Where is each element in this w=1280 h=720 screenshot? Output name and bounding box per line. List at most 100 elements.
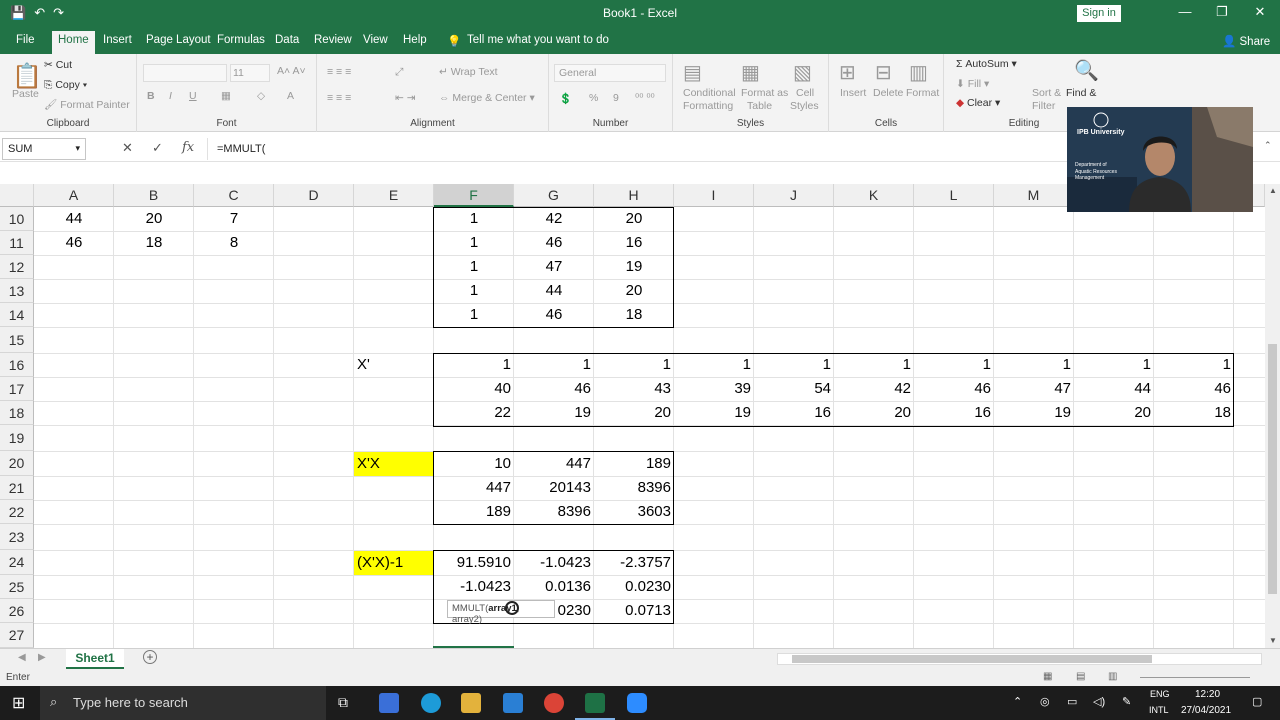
tab-view[interactable]: View xyxy=(363,34,388,46)
clear-button[interactable]: ◆ Clear ▾ xyxy=(956,97,1000,109)
cell-n18[interactable]: 20 xyxy=(1074,401,1154,425)
vertical-scrollbar[interactable]: ▲ ▼ xyxy=(1265,184,1280,648)
paste-icon[interactable]: 📋 xyxy=(12,62,42,91)
row-header-23[interactable]: 23 xyxy=(0,524,34,550)
select-all-corner[interactable] xyxy=(0,184,34,207)
chrome-icon[interactable] xyxy=(544,693,564,713)
cell-h17[interactable]: 43 xyxy=(594,377,674,401)
col-header-j[interactable]: J xyxy=(754,184,834,207)
col-header-b[interactable]: B xyxy=(114,184,194,207)
col-header-i[interactable]: I xyxy=(674,184,754,207)
tab-insert[interactable]: Insert xyxy=(103,34,132,46)
align-top-icon[interactable]: ≡ ≡ ≡ xyxy=(327,66,351,78)
delete-cells-button[interactable]: Delete xyxy=(873,87,903,99)
format-cells-button[interactable]: Format xyxy=(906,87,939,99)
format-cells-icon[interactable]: ▥ xyxy=(909,60,928,85)
mail-icon[interactable] xyxy=(503,693,523,713)
col-header-k[interactable]: K xyxy=(834,184,914,207)
cell-f24[interactable]: 91.5910 xyxy=(434,551,514,575)
cut-button[interactable]: Cut xyxy=(56,59,72,71)
cell-m16[interactable]: 1 xyxy=(994,353,1074,377)
col-header-l[interactable]: L xyxy=(914,184,994,207)
cell-g11[interactable]: 46 xyxy=(514,231,594,255)
align-left-icon[interactable]: ≡ ≡ ≡ xyxy=(327,92,351,104)
cell-j17[interactable]: 54 xyxy=(754,377,834,401)
cell-e20[interactable]: X'X xyxy=(354,452,434,476)
scroll-thumb[interactable] xyxy=(1268,344,1277,594)
cell-j18[interactable]: 16 xyxy=(754,401,834,425)
delete-cells-icon[interactable]: ⊟ xyxy=(875,60,892,85)
cell-a10[interactable]: 44 xyxy=(34,207,114,231)
cell-h21[interactable]: 8396 xyxy=(594,476,674,500)
comma-button[interactable]: 9 xyxy=(613,92,619,104)
cell-i16[interactable]: 1 xyxy=(674,353,754,377)
tab-help[interactable]: Help xyxy=(403,34,427,46)
cell-g22[interactable]: 8396 xyxy=(514,500,594,524)
cell-g21[interactable]: 20143 xyxy=(514,476,594,500)
currency-icon[interactable]: 💲 xyxy=(559,92,572,105)
language-intl[interactable]: INTL xyxy=(1149,705,1169,715)
cell-g25[interactable]: 0.0136 xyxy=(514,575,594,599)
cell-o18[interactable]: 18 xyxy=(1154,401,1234,425)
language-eng[interactable]: ENG xyxy=(1150,689,1170,699)
tab-home[interactable]: Home xyxy=(52,31,95,54)
cell-f18[interactable]: 22 xyxy=(434,401,514,425)
cell-h22[interactable]: 3603 xyxy=(594,500,674,524)
conditional-formatting-button[interactable]: Conditional xyxy=(683,87,736,99)
cell-l16[interactable]: 1 xyxy=(914,353,994,377)
cell-f12[interactable]: 1 xyxy=(434,255,514,279)
cell-o17[interactable]: 46 xyxy=(1154,377,1234,401)
row-header-11[interactable]: 11 xyxy=(0,231,34,255)
cell-h12[interactable]: 19 xyxy=(594,255,674,279)
scroll-down-icon[interactable]: ▼ xyxy=(1269,636,1277,645)
clock-time[interactable]: 12:20 xyxy=(1195,689,1220,700)
col-header-d[interactable]: D xyxy=(274,184,354,207)
normal-view-icon[interactable]: ▦ xyxy=(1043,671,1052,682)
copy-button[interactable]: Copy xyxy=(55,79,80,91)
font-name-box[interactable] xyxy=(143,64,227,82)
tab-data[interactable]: Data xyxy=(275,34,299,46)
cell-n16[interactable]: 1 xyxy=(1074,353,1154,377)
cell-g17[interactable]: 46 xyxy=(514,377,594,401)
clock-date[interactable]: 27/04/2021 xyxy=(1181,705,1231,716)
taskbar-search-box[interactable]: ⌕ Type here to search xyxy=(40,686,326,720)
cell-f25[interactable]: -1.0423 xyxy=(434,575,514,599)
orientation-icon[interactable]: ⤢ xyxy=(395,66,403,79)
conditional-formatting-icon[interactable]: ▤ xyxy=(683,60,702,85)
page-layout-icon[interactable]: ▤ xyxy=(1076,671,1085,682)
row-header-18[interactable]: 18 xyxy=(0,401,34,425)
cell-n17[interactable]: 44 xyxy=(1074,377,1154,401)
cell-f20[interactable]: 10 xyxy=(434,452,514,476)
cell-f13[interactable]: 1 xyxy=(434,279,514,303)
tab-scroll-right-icon[interactable]: ▶ xyxy=(38,652,46,663)
sheet-tab-sheet1[interactable]: Sheet1 xyxy=(66,649,124,669)
cell-f11[interactable]: 1 xyxy=(434,231,514,255)
cell-styles-icon[interactable]: ▧ xyxy=(793,60,812,85)
cell-b11[interactable]: 18 xyxy=(114,231,194,255)
enter-icon[interactable]: ✓ xyxy=(152,140,163,156)
cell-f16[interactable]: 1 xyxy=(434,353,514,377)
col-header-m[interactable]: M xyxy=(994,184,1074,207)
cell-f14[interactable]: 1 xyxy=(434,303,514,327)
share-button[interactable]: 👤 Share xyxy=(1222,34,1270,48)
find-select-icon[interactable]: 🔍 xyxy=(1074,58,1099,83)
cell-a11[interactable]: 46 xyxy=(34,231,114,255)
percent-button[interactable]: % xyxy=(589,92,598,104)
file-explorer-icon[interactable] xyxy=(461,693,481,713)
windows-start-icon[interactable]: ⊞ xyxy=(12,693,25,713)
cell-g12[interactable]: 47 xyxy=(514,255,594,279)
cell-g14[interactable]: 46 xyxy=(514,303,594,327)
row-header-14[interactable]: 14 xyxy=(0,303,34,327)
cell-g16[interactable]: 1 xyxy=(514,353,594,377)
row-header-15[interactable]: 15 xyxy=(0,327,34,353)
cell-j16[interactable]: 1 xyxy=(754,353,834,377)
cell-h16[interactable]: 1 xyxy=(594,353,674,377)
cell-h25[interactable]: 0.0230 xyxy=(594,575,674,599)
pen-icon[interactable]: ✎ xyxy=(1122,695,1131,708)
cell-f22[interactable]: 189 xyxy=(434,500,514,524)
wrap-text-button[interactable]: ↵ Wrap Text xyxy=(439,66,498,78)
cell-h26[interactable]: 0.0713 xyxy=(594,599,674,623)
cell-o16[interactable]: 1 xyxy=(1154,353,1234,377)
cell-c10[interactable]: 7 xyxy=(194,207,274,231)
name-box[interactable]: SUM ▾ xyxy=(2,138,86,160)
